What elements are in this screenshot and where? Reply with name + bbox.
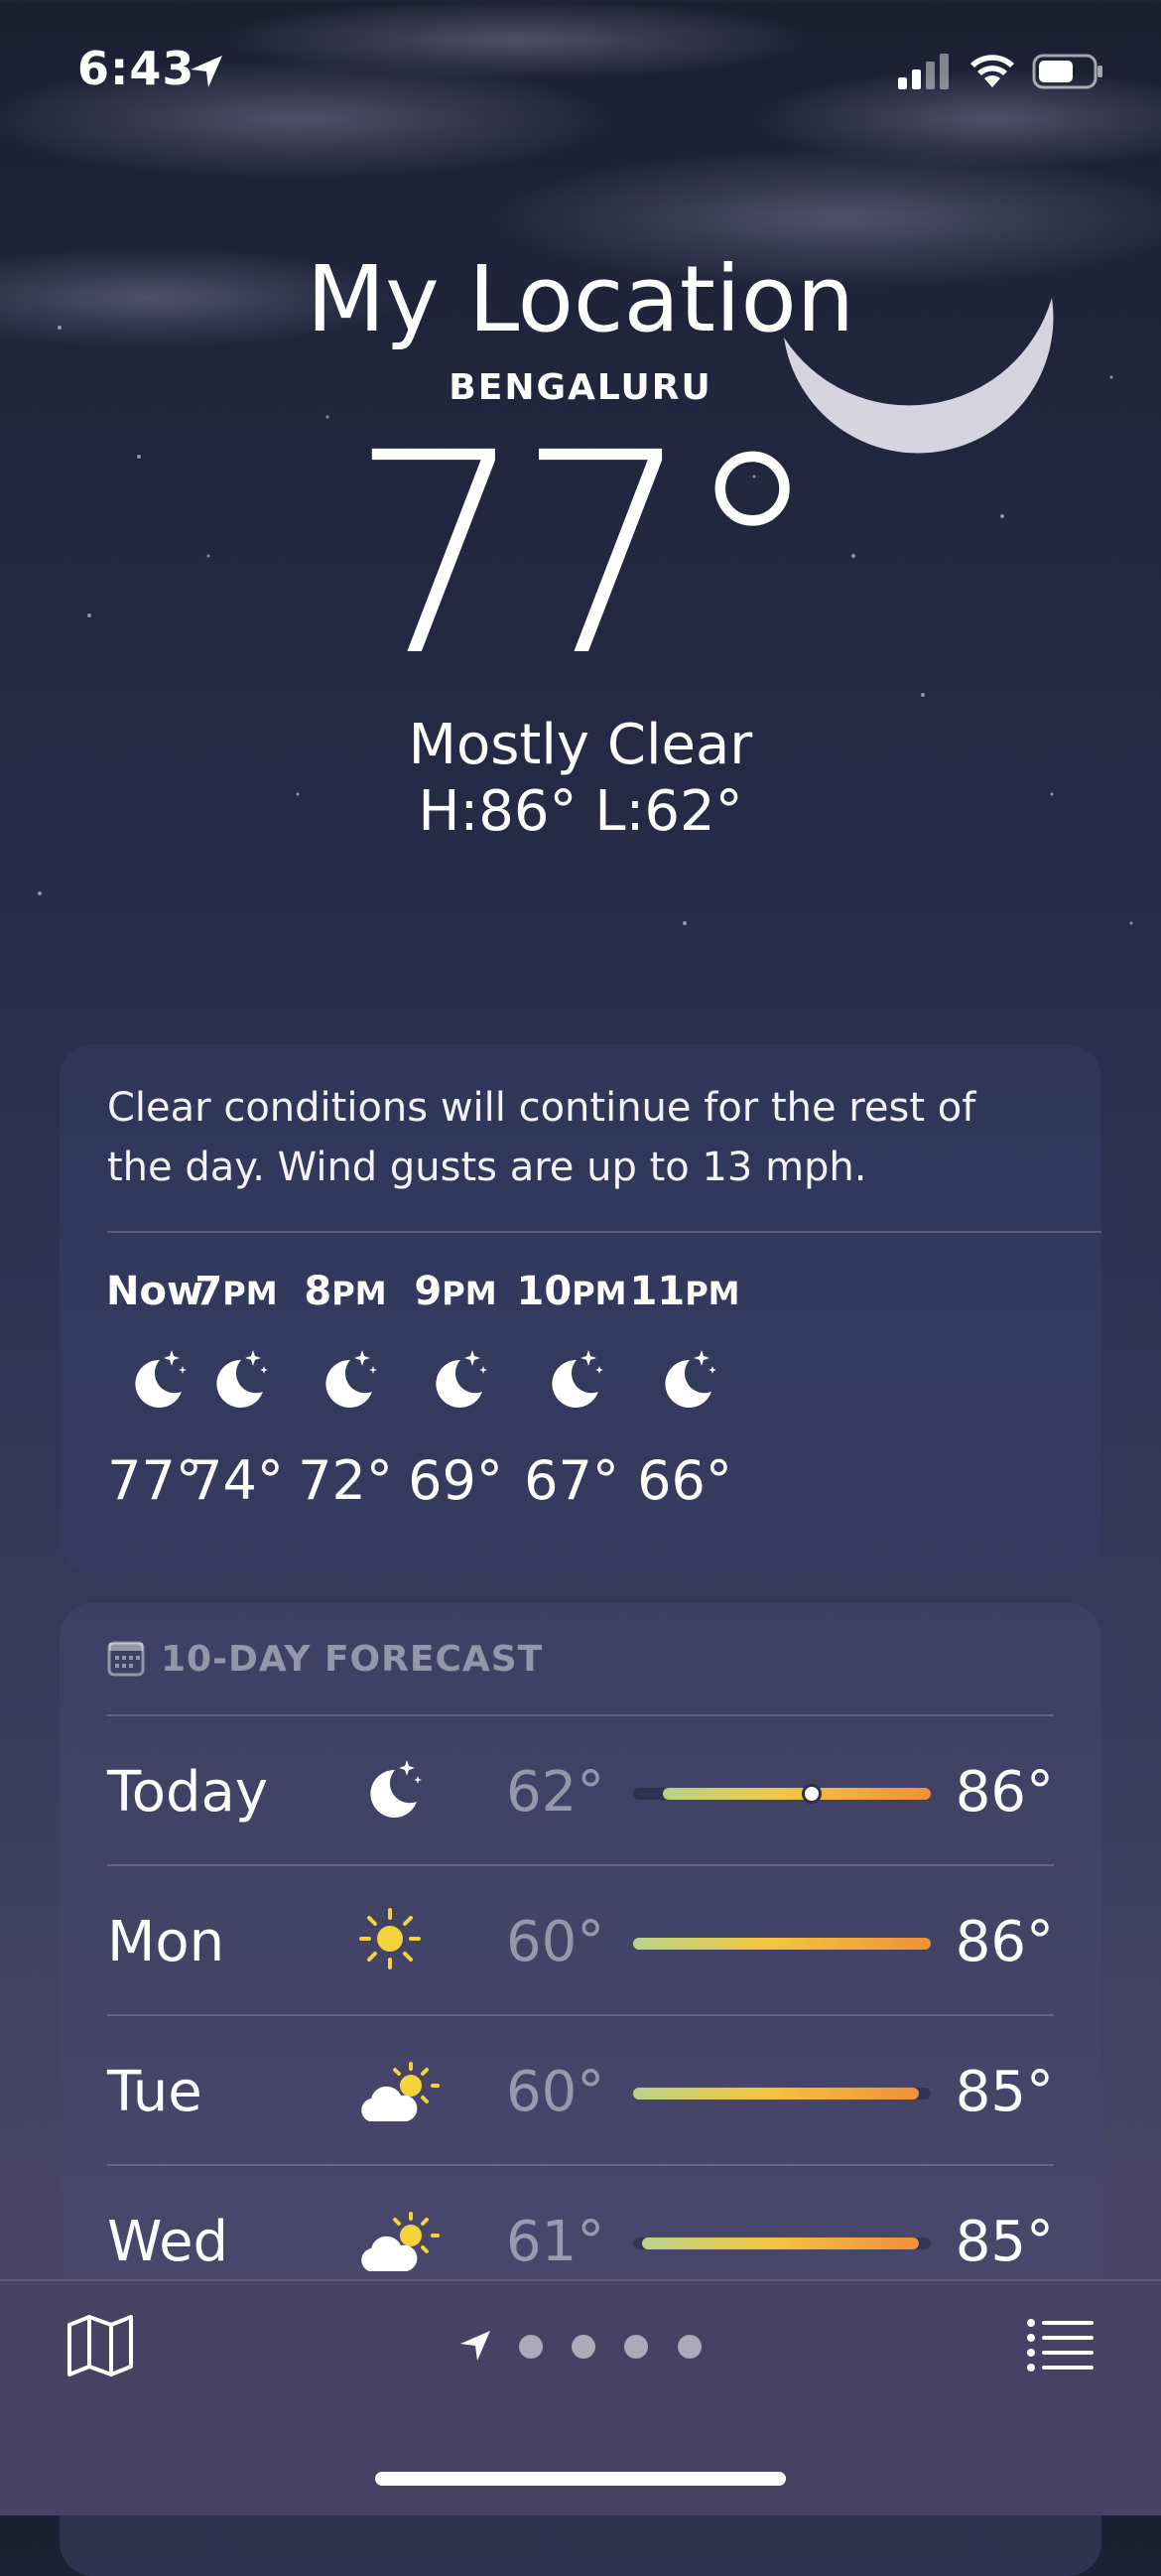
status-bar: 6:43 [0,0,1161,149]
battery-icon [1032,54,1102,89]
moon-stars-icon [355,1754,425,1828]
sun-icon [355,1904,425,1977]
current-temp-marker [802,1784,822,1804]
current-condition: Mostly Clear [408,713,753,777]
forecast-day: Today [107,1760,268,1825]
hour-label-suffix: PM [331,1275,387,1312]
hour-label-suffix: PM [442,1275,497,1312]
hour-temperature: 66° [637,1449,732,1512]
forecast-row-mon[interactable]: Mon 60° 86° [107,1864,1054,2015]
forecast-high: 86° [955,1760,1054,1825]
cellular-signal-icon [898,54,949,89]
forecast-summary: Clear conditions will continue for the r… [107,1085,976,1190]
temperature-range-bar [633,2088,931,2100]
hour-label-suffix: PM [222,1275,278,1312]
forecast-low: 60° [506,1910,605,1974]
hour-label: 11PM [629,1269,740,1314]
forecast-row-today[interactable]: Today 62° 86° [107,1714,1054,1865]
location-title: My Location [306,246,855,352]
forecast-header: 10-DAY FORECAST [107,1639,543,1680]
cloud-sun-icon [355,2054,445,2133]
temperature-range-fill [633,1938,931,1950]
calendar-icon [107,1641,145,1677]
wifi-icon [970,55,1014,87]
high-low-temperature: H:86° L:62° [418,779,743,844]
forecast-day: Tue [107,2060,202,2124]
location-services-icon [191,56,222,87]
forecast-row-tue[interactable]: Tue 60° 85° [107,2014,1054,2165]
map-icon[interactable] [65,2313,135,2378]
forecast-header-label: 10-DAY FORECAST [161,1639,544,1680]
temperature-range-fill [633,2088,919,2100]
hourly-item: 11PM 66° [615,1269,754,1512]
page-dot-3[interactable] [624,2335,648,2359]
cloud-sun-icon [355,2204,445,2283]
home-indicator[interactable] [375,2472,786,2486]
forecast-low: 61° [506,2210,605,2274]
forecast-low: 62° [506,1760,605,1825]
temperature-range-bar [633,2237,931,2249]
forecast-low: 60° [506,2060,605,2124]
page-dot-1[interactable] [519,2335,543,2359]
forecast-high: 85° [955,2060,1054,2124]
moon-stars-icon [615,1344,754,1424]
temperature-range-bar [633,1938,931,1950]
temperature-range-fill [663,1788,931,1800]
page-dot-2[interactable] [572,2335,595,2359]
forecast-day: Wed [107,2210,229,2274]
status-time: 6:43 [77,42,195,95]
page-dot-4[interactable] [678,2335,702,2359]
divider [107,1231,1101,1233]
hourly-forecast-card[interactable]: Clear conditions will continue for the r… [60,1044,1101,1574]
temperature-range-fill [642,2237,919,2249]
hour-label-suffix: PM [685,1275,740,1312]
temperature-range-bar [633,1784,931,1804]
current-temperature: 77° [348,394,822,718]
forecast-day: Mon [107,1910,225,1974]
forecast-high: 85° [955,2210,1054,2274]
forecast-high: 86° [955,1910,1054,1974]
location-arrow-icon[interactable] [458,2329,492,2363]
list-icon[interactable] [1026,2317,1096,2373]
